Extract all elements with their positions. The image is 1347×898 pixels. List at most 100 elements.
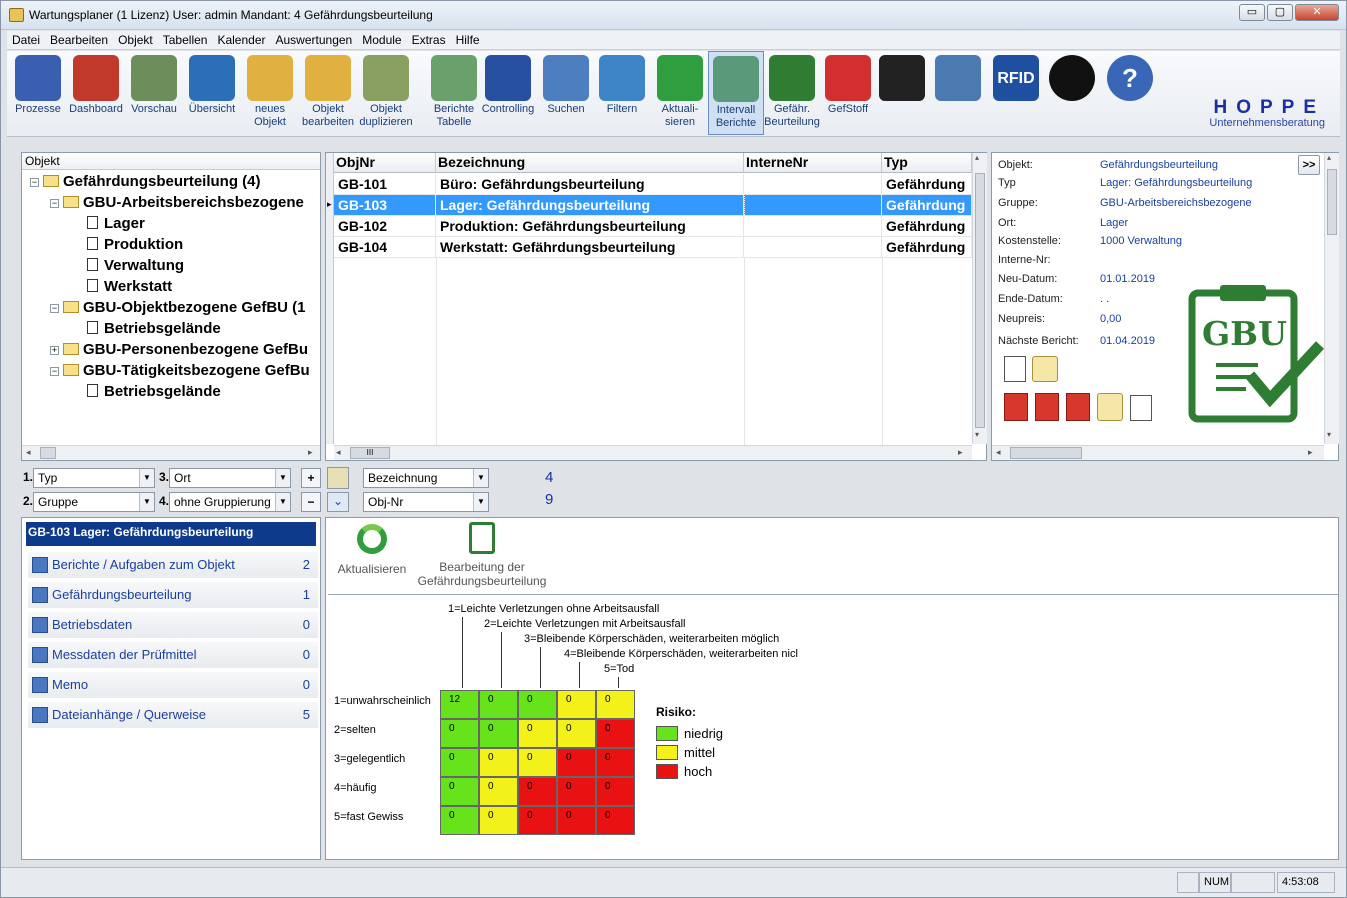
chevron-down-icon[interactable]: ▼: [473, 493, 488, 511]
filter-2-select[interactable]: Gruppe ▼: [33, 492, 155, 512]
grid-horizontal-scrollbar[interactable]: ◂ III ▸: [334, 445, 972, 460]
toolbar-button-dashboard[interactable]: Dashboard: [67, 51, 125, 135]
scroll-thumb[interactable]: [975, 173, 985, 428]
menu-module[interactable]: Module: [357, 31, 406, 47]
toolbar-button-filtern[interactable]: Filtern: [593, 51, 651, 135]
scroll-right-icon[interactable]: ▸: [308, 447, 313, 458]
toolbar-button-controlling[interactable]: Controlling: [479, 51, 537, 135]
scroll-thumb[interactable]: [1010, 447, 1082, 459]
tree-node[interactable]: − GBU-Arbeitsbereichsbezogene: [50, 194, 304, 211]
scroll-up-icon[interactable]: ▴: [1327, 153, 1331, 162]
menu-tabellen[interactable]: Tabellen: [158, 31, 213, 47]
filter-1-select[interactable]: Typ ▼: [33, 468, 155, 488]
pdf-icon[interactable]: [1004, 393, 1028, 421]
table-row[interactable]: GB-102 Produktion: Gefährdungsbeurteilung…: [334, 216, 972, 237]
refresh-action[interactable]: Aktualisieren: [334, 524, 410, 580]
menu-kalender[interactable]: Kalender: [212, 31, 270, 47]
table-row[interactable]: GB-101 Büro: Gefährdungsbeurteilung Gefähr…: [334, 174, 972, 195]
filter-3-select[interactable]: Ort ▼: [169, 468, 291, 488]
scroll-thumb[interactable]: [40, 447, 56, 459]
toolbar-button-mobilephone[interactable]: [873, 51, 931, 135]
table-cell[interactable]: Gefährdung: [882, 216, 972, 237]
database-icon[interactable]: [1097, 393, 1123, 421]
table-cell[interactable]: GB-102: [334, 216, 436, 237]
toolbar-button-help[interactable]: ?: [1101, 51, 1159, 135]
remove-filter-button[interactable]: −: [301, 492, 321, 512]
expand-down-button[interactable]: ⌄: [327, 492, 349, 512]
collapse-icon[interactable]: −: [50, 199, 59, 208]
toolbar-button-gefähr[interactable]: Gefähr. Beurteilung: [763, 51, 821, 135]
group-icon[interactable]: [327, 467, 349, 489]
scroll-right-icon[interactable]: ▸: [958, 447, 963, 458]
toolbar-button-suchen[interactable]: Suchen: [537, 51, 595, 135]
nav-item[interactable]: Gefährdungsbeurteilung 1: [28, 582, 318, 608]
tree-node[interactable]: + GBU-Personenbezogene GefBu: [50, 341, 308, 358]
toolbar-button-handheldscanner[interactable]: [929, 51, 987, 135]
scroll-thumb[interactable]: III: [350, 447, 390, 459]
menu-auswertungen[interactable]: Auswertungen: [271, 31, 358, 47]
table-row[interactable]: GB-103 Lager: Gefährdungsbeurteilung Gefäh…: [334, 194, 972, 217]
table-cell[interactable]: GB-104: [334, 237, 436, 258]
tree-node[interactable]: − GBU-Objektbezogene GefBU (1: [50, 299, 306, 316]
grid-vertical-scrollbar[interactable]: ▴ ▾: [972, 153, 987, 444]
maximize-button[interactable]: ▢: [1267, 4, 1293, 21]
table-cell[interactable]: GB-101: [334, 174, 436, 195]
info-vertical-scrollbar[interactable]: ▴ ▾: [1324, 153, 1339, 444]
toolbar-button-prozesse[interactable]: Prozesse: [9, 51, 67, 135]
tree-node[interactable]: Verwaltung: [72, 257, 184, 274]
nav-item[interactable]: Betriebsdaten 0: [28, 612, 318, 638]
toolbar-button-aktuali[interactable]: Aktuali-sieren: [651, 51, 709, 135]
nav-item[interactable]: Memo 0: [28, 672, 318, 698]
menu-datei[interactable]: Datei: [7, 31, 45, 47]
scroll-up-icon[interactable]: ▴: [975, 153, 979, 162]
tree-node[interactable]: Lager: [72, 215, 145, 232]
table-cell[interactable]: Büro: Gefährdungsbeurteilung: [436, 174, 744, 195]
table-cell[interactable]: Gefährdung: [882, 195, 972, 216]
info-horizontal-scrollbar[interactable]: ◂ ▸: [992, 445, 1324, 460]
nav-item[interactable]: Messdaten der Prüfmittel 0: [28, 642, 318, 668]
toolbar-button-vorschau[interactable]: Vorschau: [125, 51, 183, 135]
pdf-icon[interactable]: [1035, 393, 1059, 421]
close-button[interactable]: ✕: [1295, 4, 1339, 21]
tree-node[interactable]: Werkstatt: [72, 278, 172, 295]
column-internenr[interactable]: InterneNr: [744, 153, 882, 173]
table-cell[interactable]: Produktion: Gefährdungsbeurteilung: [436, 216, 744, 237]
menu-objekt[interactable]: Objekt: [113, 31, 158, 47]
tree-node[interactable]: Betriebsgelände: [72, 320, 221, 337]
table-cell[interactable]: [744, 174, 882, 195]
toolbar-button-gefstoff[interactable]: GefStoff: [819, 51, 877, 135]
table-row[interactable]: GB-104 Werkstatt: Gefährdungsbeurteilung G…: [334, 237, 972, 258]
chevron-down-icon[interactable]: ▼: [473, 469, 488, 487]
chevron-down-icon[interactable]: ▼: [275, 493, 290, 511]
nav-item[interactable]: Berichte / Aufgaben zum Objekt 2: [28, 552, 318, 578]
toolbar-button-neues[interactable]: neues Objekt: [241, 51, 299, 135]
scroll-right-icon[interactable]: ▸: [1308, 447, 1313, 458]
chevron-down-icon[interactable]: ▼: [275, 469, 290, 487]
nav-item[interactable]: Dateianhänge / Querweise 5: [28, 702, 318, 728]
tree-node[interactable]: − GBU-Tätigkeitsbezogene GefBu: [50, 362, 310, 379]
table-cell[interactable]: [744, 237, 882, 258]
tree-node[interactable]: Produktion: [72, 236, 183, 253]
pdf-icon[interactable]: [1066, 393, 1090, 421]
table-cell[interactable]: Gefährdung: [882, 174, 972, 195]
tree-horizontal-scrollbar[interactable]: ◂ ▸: [22, 445, 320, 460]
expand-icon[interactable]: +: [50, 346, 59, 355]
scroll-left-icon[interactable]: ◂: [26, 447, 31, 458]
toolbar-button-camera[interactable]: [1043, 51, 1101, 135]
sort-2-select[interactable]: Obj-Nr ▼: [363, 492, 489, 512]
document-edit-icon[interactable]: [1004, 356, 1026, 382]
add-filter-button[interactable]: +: [301, 468, 321, 488]
chevron-down-icon[interactable]: ▼: [139, 493, 154, 511]
toolbar-button-berichte[interactable]: Berichte Tabelle: [425, 51, 483, 135]
database-icon[interactable]: [1032, 356, 1058, 382]
collapse-icon[interactable]: −: [50, 304, 59, 313]
collapse-icon[interactable]: −: [30, 178, 39, 187]
scroll-down-icon[interactable]: ▾: [1327, 430, 1331, 439]
toolbar-button-objekt[interactable]: Objekt bearbeiten: [299, 51, 357, 135]
tree-node[interactable]: − Gefährdungsbeurteilung (4): [30, 173, 261, 190]
menu-bearbeiten[interactable]: Bearbeiten: [45, 31, 113, 47]
table-cell[interactable]: [744, 195, 882, 216]
menu-hilfe[interactable]: Hilfe: [451, 31, 485, 47]
scroll-down-icon[interactable]: ▾: [975, 430, 979, 439]
edit-gbu-action[interactable]: Bearbeitung der Gefährdungsbeurteilung: [414, 522, 550, 592]
